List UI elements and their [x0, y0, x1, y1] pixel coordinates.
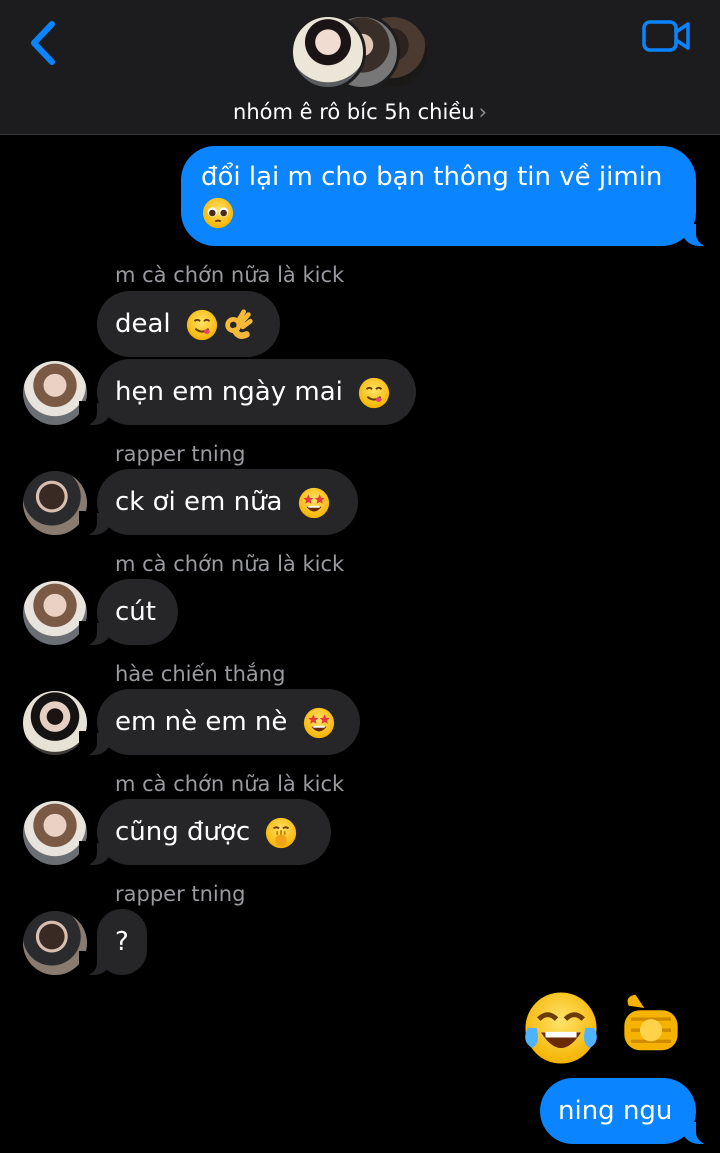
- group-avatar-stack[interactable]: [290, 14, 435, 94]
- chevron-right-icon: ›: [478, 100, 487, 124]
- group-name[interactable]: nhóm ê rô bíc 5h chiều ›: [0, 100, 720, 124]
- pleading-face-icon: [201, 196, 235, 230]
- message-text: ck ơi em nữa: [115, 487, 283, 517]
- chevron-left-icon: [31, 21, 55, 65]
- avatar[interactable]: [23, 361, 87, 425]
- message-text: cũng được: [115, 817, 251, 847]
- incoming-message[interactable]: cút: [79, 579, 178, 645]
- incoming-message[interactable]: hẹn em ngày mai: [79, 359, 416, 425]
- conversation-header: nhóm ê rô bíc 5h chiều ›: [0, 0, 720, 135]
- sender-name: rapper tning: [115, 442, 246, 466]
- avatar[interactable]: [23, 801, 87, 865]
- message-text: ning ngu: [558, 1096, 673, 1126]
- message-text: ?: [115, 927, 129, 957]
- yum-face-icon: [357, 376, 391, 410]
- message-text: cút: [115, 597, 156, 627]
- sender-name: rapper tning: [115, 882, 246, 906]
- pointing-at-viewer-icon: [607, 988, 695, 1068]
- message-text: em nè em nè: [115, 707, 288, 737]
- group-avatar: [290, 14, 366, 90]
- incoming-message[interactable]: deal: [97, 291, 280, 357]
- outgoing-emoji-message[interactable]: [515, 988, 700, 1068]
- incoming-message[interactable]: ?: [79, 909, 147, 975]
- yum-face-icon: [185, 308, 219, 342]
- incoming-message[interactable]: em nè em nè: [79, 689, 360, 755]
- sender-name: hàe chiến thắng: [115, 662, 286, 686]
- star-struck-icon: [302, 706, 336, 740]
- tears-of-joy-icon: [515, 988, 607, 1068]
- video-camera-icon: [642, 20, 690, 52]
- incoming-message[interactable]: ck ơi em nữa: [79, 469, 358, 535]
- avatar[interactable]: [23, 471, 87, 535]
- avatar[interactable]: [23, 581, 87, 645]
- incoming-message[interactable]: cũng được: [79, 799, 331, 865]
- message-text: deal: [115, 309, 171, 339]
- video-call-button[interactable]: [640, 16, 692, 56]
- star-struck-icon: [297, 486, 331, 520]
- group-title-text: nhóm ê rô bíc 5h chiều: [233, 100, 475, 124]
- avatar[interactable]: [23, 911, 87, 975]
- ok-hand-icon: [221, 308, 255, 342]
- sender-name: m cà chớn nữa là kick: [115, 552, 345, 576]
- outgoing-message[interactable]: ning ngu: [540, 1078, 714, 1144]
- sender-name: m cà chớn nữa là kick: [115, 263, 345, 287]
- outgoing-message[interactable]: đổi lại m cho bạn thông tin về jimin: [181, 146, 714, 246]
- message-text: hẹn em ngày mai: [115, 377, 343, 407]
- avatar[interactable]: [23, 691, 87, 755]
- back-button[interactable]: [22, 18, 66, 68]
- hand-over-mouth-icon: [264, 816, 298, 850]
- message-text: đổi lại m cho bạn thông tin về jimin: [201, 162, 663, 192]
- sender-name: m cà chớn nữa là kick: [115, 772, 345, 796]
